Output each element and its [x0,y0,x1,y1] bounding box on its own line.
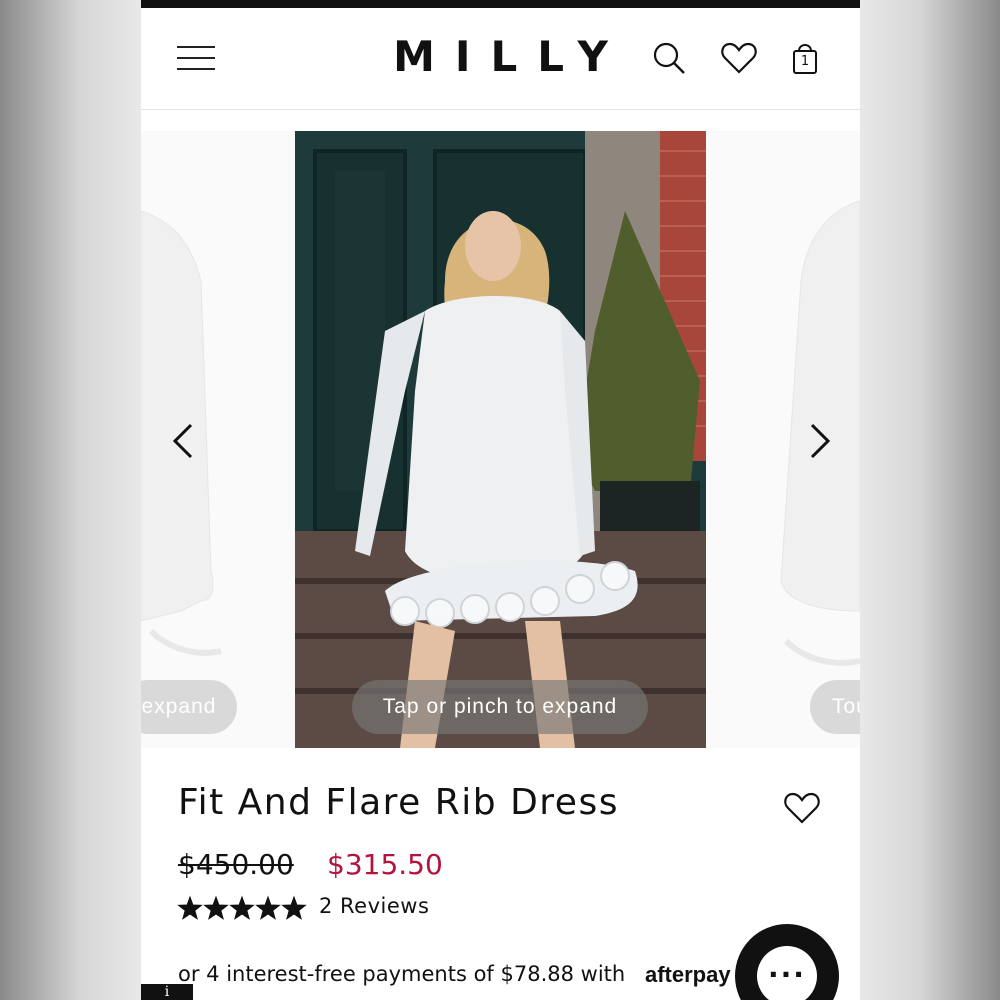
phone-screen: MILLY 1 expand To Tap or pinch to expand… [141,0,860,1000]
star-icon [203,895,229,920]
chat-dots: ··· [768,958,806,991]
chevron-right-icon[interactable] [804,421,834,461]
dress-image-previous [141,210,222,656]
chat-icon: ··· [757,946,817,1000]
expand-hint: Tap or pinch to expand [352,680,648,734]
rating-stars[interactable] [177,895,307,923]
wishlist-heart-icon[interactable] [719,38,759,78]
dress-image-next [780,200,860,666]
site-header: MILLY 1 [141,8,860,110]
reviews-link[interactable]: 2 Reviews [319,894,429,918]
chevron-left-icon[interactable] [169,421,199,461]
afterpay-logo[interactable]: afterpay [645,962,731,988]
product-image-carousel[interactable]: expand To Tap or pinch to expand [141,131,860,748]
cart-button[interactable]: 1 [785,38,825,78]
star-icon [281,895,307,920]
next-slide[interactable]: Tou [706,131,860,748]
sale-price: $315.50 [327,848,443,881]
star-icon [229,895,255,920]
installment-text: or 4 interest-free payments of $78.88 wi… [178,962,626,986]
add-to-wishlist-heart-icon[interactable] [782,789,822,827]
product-title: Fit And Flare Rib Dress [178,782,619,823]
chat-button[interactable]: ··· [735,924,839,1000]
star-icon [177,895,203,920]
info-icon[interactable]: i [141,984,193,1000]
star-icon [255,895,281,920]
original-price: $450.00 [178,848,294,881]
expand-hint-previous: expand [141,680,237,734]
status-bar [141,0,860,8]
search-icon[interactable] [649,38,689,78]
previous-slide[interactable]: expand [141,131,295,748]
product-main-image[interactable] [295,131,706,748]
model-photo [295,131,706,748]
cart-count: 1 [800,54,810,69]
expand-hint-next: Tou [810,680,860,734]
